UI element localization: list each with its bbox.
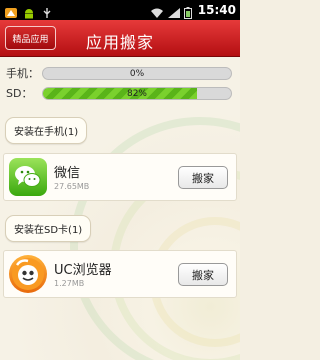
move-button-wechat[interactable]: 搬家	[178, 166, 228, 189]
phone-storage: 手机： 0%	[6, 66, 232, 80]
phone-storage-percent: 0%	[129, 68, 145, 79]
app-name: UC浏览器	[54, 263, 112, 278]
android-icon	[22, 4, 36, 19]
app-name: 微信	[54, 166, 81, 181]
notification-icon	[4, 4, 18, 18]
app-size: 27.65MB	[54, 182, 90, 191]
usb-icon	[40, 4, 54, 18]
uc-browser-icon	[9, 255, 47, 293]
wechat-icon	[9, 158, 47, 196]
battery-icon	[183, 4, 192, 19]
phone-storage-bar: 0%	[42, 66, 232, 80]
move-button-uc-browser[interactable]: 搬家	[178, 263, 228, 286]
section-header-phone: 安装在手机(1)	[5, 117, 88, 144]
app-card-uc-browser[interactable]: UC浏览器 1.27MB 搬家	[3, 250, 237, 298]
wifi-icon	[150, 4, 164, 18]
sd-storage-label: SD：	[6, 87, 33, 100]
app-card-wechat[interactable]: 微信 27.65MB 搬家	[3, 153, 237, 201]
section-header-sd: 安装在SD卡(1)	[5, 215, 92, 242]
sd-storage: SD： 82%	[6, 86, 232, 100]
page-title: 应用搬家	[85, 33, 154, 52]
signal-icon	[167, 4, 181, 18]
clock: 15:40	[197, 3, 236, 17]
phone-storage-label: 手机：	[6, 67, 39, 80]
sd-storage-bar: 82%	[42, 86, 232, 100]
status-bar: 15:40	[0, 0, 240, 20]
sd-storage-percent: 82%	[126, 88, 147, 99]
app-size: 1.27MB	[54, 279, 85, 288]
title-bar: 精品应用 应用搬家	[0, 20, 240, 57]
main-content	[0, 57, 240, 360]
